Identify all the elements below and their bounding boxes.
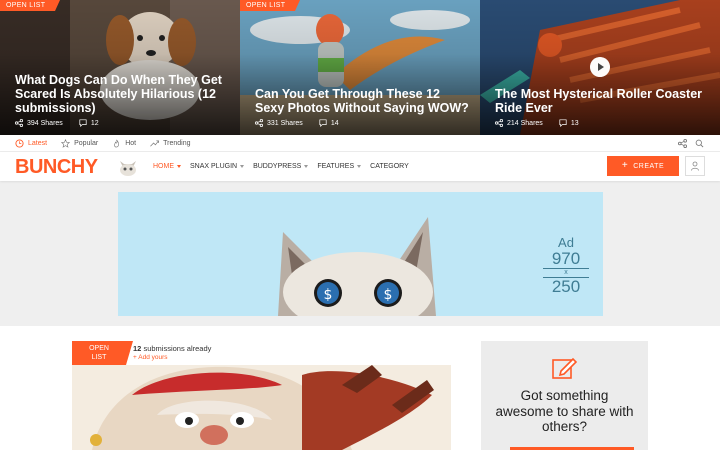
share-icon	[15, 119, 23, 127]
svg-text:$: $	[324, 287, 333, 303]
comment-count: 12	[90, 119, 99, 127]
plus-icon: +	[621, 160, 629, 171]
comment-count: 14	[330, 119, 339, 127]
comment-icon	[559, 119, 567, 127]
chevron-down-icon	[357, 165, 362, 168]
cat-logo-icon	[120, 161, 136, 176]
card-title[interactable]: Can You Get Through These 12 Sexy Photos…	[255, 87, 470, 115]
nav-popular-label: Popular	[74, 139, 99, 147]
search-icon[interactable]	[695, 139, 704, 148]
menu-snax-plugin[interactable]: SNAX PLUGIN	[190, 163, 245, 170]
edit-icon	[552, 357, 577, 379]
share-prompt-box: Got something awesome to share with othe…	[481, 341, 648, 450]
featured-card-photos[interactable]: OPEN LIST Can You Get Through These 12 S…	[240, 0, 480, 135]
trending-icon	[150, 139, 160, 146]
page: OPEN LIST What Dogs Can Do When They Get…	[0, 0, 720, 450]
share-count: 331 Shares	[267, 119, 303, 127]
featured-card-dogs[interactable]: OPEN LIST What Dogs Can Do When They Get…	[0, 0, 240, 135]
nav-trending-label: Trending	[163, 139, 191, 147]
menu-category[interactable]: CATEGORY	[370, 163, 409, 170]
ad-banner[interactable]: $ $ Ad 970 x 250	[118, 192, 603, 316]
submission-count: 12 submissions already	[133, 344, 212, 353]
clock-icon	[15, 138, 24, 148]
nav-hot[interactable]: Hot	[112, 139, 136, 148]
card-meta: 331 Shares 14	[255, 119, 339, 127]
menu-home[interactable]: HOME	[153, 163, 181, 170]
add-yours-link[interactable]: + Add yours	[133, 354, 168, 361]
play-icon[interactable]	[590, 57, 610, 77]
chevron-down-icon	[304, 165, 309, 168]
star-icon	[61, 138, 71, 148]
card-title[interactable]: The Most Hysterical Roller Coaster Ride …	[495, 87, 710, 115]
nav-latest-label: Latest	[28, 139, 48, 147]
share-count: 394 Shares	[27, 119, 63, 127]
user-button[interactable]	[685, 156, 705, 176]
share-prompt-title: Got something awesome to share with othe…	[495, 388, 634, 434]
chevron-down-icon	[240, 165, 245, 168]
nav-latest[interactable]: Latest	[15, 138, 48, 148]
share-icon	[495, 119, 503, 127]
svg-text:$: $	[384, 287, 393, 303]
site-logo[interactable]: BUNCHY	[15, 156, 98, 178]
open-list-badge[interactable]: OPEN LIST	[240, 0, 301, 11]
menu-features[interactable]: FEATURES	[317, 163, 362, 170]
nav-popular[interactable]: Popular	[61, 138, 99, 148]
comment-icon	[319, 119, 327, 127]
flame-icon	[114, 139, 120, 147]
share-count: 214 Shares	[507, 119, 543, 127]
card-meta: 214 Shares 13	[495, 119, 579, 127]
create-button-label: CREATE	[633, 162, 665, 170]
card-title[interactable]: What Dogs Can Do When They Get Scared Is…	[15, 73, 230, 115]
santa-illustration	[72, 365, 451, 450]
card-meta: 394 Shares 12	[15, 119, 99, 127]
main-menu: HOME SNAX PLUGIN BUDDYPRESS FEATURES CAT…	[153, 152, 409, 181]
featured-strip: OPEN LIST What Dogs Can Do When They Get…	[0, 0, 720, 135]
nav-trending[interactable]: Trending	[150, 139, 191, 148]
open-list-tag[interactable]: OPEN LIST	[72, 341, 133, 365]
share-icon	[255, 119, 263, 127]
open-list-badge[interactable]: OPEN LIST	[0, 0, 61, 11]
cat-ad-image: $ $	[278, 217, 436, 316]
comment-count: 13	[570, 119, 579, 127]
secondary-nav: Latest Popular Hot Trending	[0, 135, 720, 152]
share-icon[interactable]	[678, 139, 687, 148]
comment-icon	[79, 119, 87, 127]
ad-size-label: Ad 970 x 250	[543, 236, 589, 296]
chevron-down-icon	[177, 165, 181, 168]
post-featured-image[interactable]	[72, 365, 451, 450]
create-button[interactable]: + CREATE	[607, 156, 679, 176]
user-icon	[691, 161, 699, 171]
menu-buddypress[interactable]: BUDDYPRESS	[253, 163, 309, 170]
nav-hot-label: Hot	[125, 139, 137, 147]
